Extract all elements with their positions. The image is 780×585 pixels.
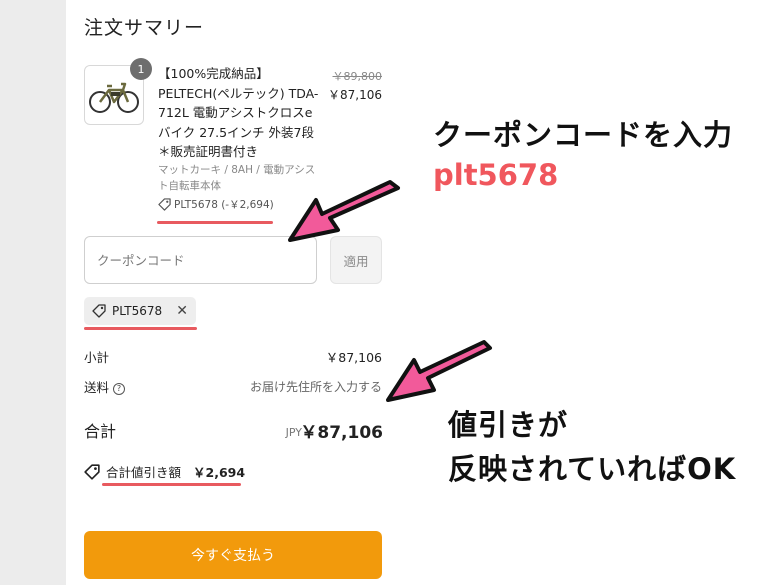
shipping-row: 送料? — [84, 377, 126, 396]
chip-underline — [84, 327, 197, 330]
tag-icon — [158, 198, 171, 211]
annotation-area — [402, 0, 780, 585]
total-currency: JPY — [285, 426, 302, 439]
page-title: 注文サマリー — [84, 17, 205, 39]
shipping-label: 送料 — [84, 380, 110, 395]
total-label: 合計 — [84, 422, 117, 441]
subtotal-label: 小計 — [84, 350, 110, 365]
tag-icon — [92, 304, 106, 318]
annotation-enter-coupon: クーポンコードを入力 — [433, 118, 734, 152]
product-discount: PLT5678 (-￥2,694) — [158, 197, 274, 212]
product-name: 【100%完成納品】PELTECH(ペルテック) TDA-712L 電動アシスト… — [158, 66, 319, 159]
close-icon[interactable]: ✕ — [176, 303, 188, 319]
savings-underline — [102, 483, 241, 486]
applied-coupon-chip: PLT5678 ✕ — [84, 297, 196, 325]
applied-coupon-code: PLT5678 — [112, 304, 163, 318]
savings-label: 合計値引き額 — [106, 465, 182, 480]
original-price: ￥89,800 — [332, 70, 383, 83]
product-discount-text: PLT5678 (-￥2,694) — [174, 199, 274, 211]
quantity-badge: 1 — [130, 58, 152, 80]
annotation-coupon-code: plt5678 — [433, 158, 559, 192]
total-value: ￥87,106 — [300, 423, 383, 443]
product-variant: マットカーキ / 8AH / 電動アシスト自転車本体 — [158, 164, 316, 192]
pay-now-button[interactable]: 今すぐ支払う — [84, 531, 382, 579]
shipping-value: お届け先住所を入力する — [249, 380, 382, 394]
subtotal-value: ￥87,106 — [325, 350, 382, 365]
coupon-code-input[interactable] — [84, 236, 317, 284]
savings-value: ￥2,694 — [193, 465, 246, 480]
annotation-discount-line2: 反映されていればOK — [448, 452, 737, 486]
total-savings: 合計値引き額 ￥2,694 — [84, 462, 245, 481]
tag-icon — [84, 463, 100, 480]
annotation-discount-line1: 値引きが — [448, 408, 569, 442]
apply-button[interactable]: 適用 — [330, 236, 382, 284]
discount-underline — [157, 221, 273, 224]
current-price: ￥87,106 — [328, 88, 382, 102]
help-icon[interactable]: ? — [113, 382, 126, 395]
page-gutter — [0, 0, 66, 585]
